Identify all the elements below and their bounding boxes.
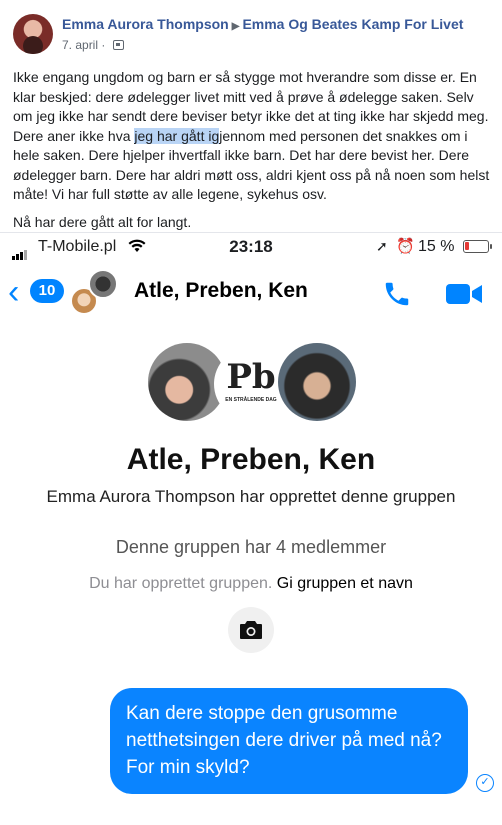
video-call-icon[interactable] (444, 281, 484, 307)
name-group-link[interactable]: Gi gruppen et navn (277, 575, 413, 592)
post-author-line: Emma Aurora Thompson ▶ Emma Og Beates Kamp… (62, 16, 463, 32)
triangle-right-icon: ▶ (231, 21, 240, 32)
group-created-notice: Du har opprettet gruppen. Gi gruppen et … (89, 575, 413, 592)
chat-title[interactable]: Atle, Preben, Ken (134, 279, 308, 303)
post-paragraph: Ikke engang ungdom og barn er så stygge … (13, 69, 490, 202)
sent-check-icon: ✓ (476, 774, 494, 792)
back-chevron-icon[interactable]: ‹ (8, 275, 19, 309)
group-members-avatars: Pb EN STRÅLENDE DAG (148, 343, 358, 423)
unread-count-badge[interactable]: 10 (30, 279, 64, 303)
post-header: Emma Aurora Thompson ▶ Emma Og Beates Kamp… (0, 0, 502, 62)
member-avatar (278, 343, 356, 421)
phone-status-bar: T-Mobile.pl 23:18 ➚ ⏰ 15 % (0, 233, 502, 260)
group-avatar[interactable] (70, 269, 122, 317)
phone-call-icon[interactable] (382, 279, 412, 309)
author-name-link[interactable]: Emma Aurora Thompson (62, 16, 229, 32)
post-date-link[interactable]: 7. april (62, 38, 98, 52)
group-name-link[interactable]: Emma Og Beates Kamp For Livet (242, 16, 463, 32)
post-meta: 7. april · (62, 38, 124, 52)
attached-screenshot[interactable]: T-Mobile.pl 23:18 ➚ ⏰ 15 % ‹ 10 Atle, Pr… (0, 232, 502, 825)
battery-percent: 15 % (418, 238, 455, 255)
group-privacy-icon (112, 40, 124, 50)
post-body: Ikke engang ungdom og barn er så stygge … (13, 68, 493, 240)
post-paragraph: Nå har dere gått alt for langt. (13, 213, 192, 230)
location-icon: ➚ (376, 238, 388, 254)
member-count-text: Denne gruppen har 4 medlemmer (115, 537, 387, 557)
messenger-nav-bar: ‹ 10 Atle, Preben, Ken (0, 269, 502, 317)
selected-text: jeg har gått ig (134, 127, 220, 144)
sent-message-bubble[interactable]: Kan dere stoppe den grusomme netthetsing… (110, 688, 468, 794)
group-name-heading: Atle, Preben, Ken (126, 443, 376, 476)
camera-icon (240, 621, 262, 639)
member-avatar (88, 269, 118, 299)
battery-icon (463, 240, 492, 253)
group-creator-text: Emma Aurora Thompson har opprettet denne… (46, 487, 456, 506)
group-photo-button[interactable] (228, 607, 274, 653)
author-avatar[interactable] (13, 14, 53, 54)
alarm-icon: ⏰ (396, 238, 415, 255)
member-avatar-logo: Pb EN STRÅLENDE DAG (214, 347, 288, 421)
